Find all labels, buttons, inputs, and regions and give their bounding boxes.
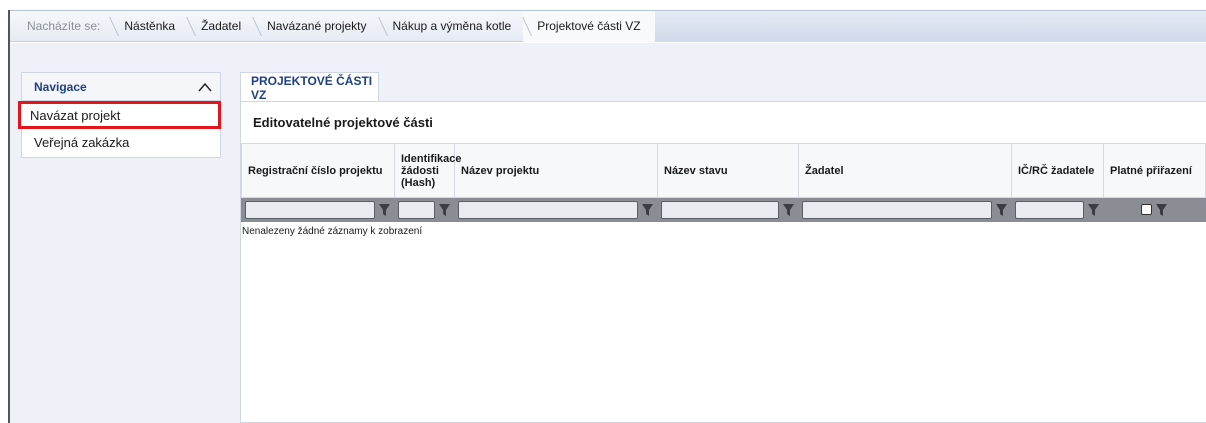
filter-funnel-icon[interactable] (782, 203, 795, 217)
breadcrumb-item-nastenka[interactable]: Nástěnka (110, 11, 187, 42)
nav-item-verejna-zakazka[interactable]: Veřejná zakázka (22, 129, 220, 155)
breadcrumb: Nacházíte se: Nástěnka Žadatel Navázané … (10, 10, 1206, 42)
breadcrumb-item-projektove-casti-vz[interactable]: Projektové části VZ (523, 10, 655, 42)
filter-row (241, 197, 1206, 222)
section-title: Editovatelné projektové části (253, 115, 433, 130)
column-header-registracni-cislo[interactable]: Registrační číslo projektu (241, 143, 395, 198)
filter-funnel-icon[interactable] (378, 203, 391, 217)
filter-input[interactable] (802, 200, 992, 219)
filter-funnel-icon[interactable] (1155, 203, 1168, 217)
navigation-title: Navigace (34, 79, 87, 94)
navigation-panel: Navigace Navázat projekt Veřejná zakázka (18, 72, 221, 158)
filter-funnel-icon[interactable] (1087, 203, 1100, 217)
empty-table-message: Nenalezeny žádné záznamy k zobrazení (242, 226, 423, 237)
nav-item-navazat-projekt[interactable]: Navázat projekt (18, 101, 221, 129)
main-panel: Editovatelné projektové části Registračn… (240, 101, 1206, 423)
breadcrumb-item-navazane-projekty[interactable]: Navázané projekty (253, 11, 378, 42)
column-header-ic-rc-zadatele[interactable]: IČ/RČ žadatele (1011, 143, 1104, 198)
column-header-nazev-stavu[interactable]: Název stavu (657, 143, 799, 198)
projects-table: Registrační číslo projektu Identifikace … (241, 143, 1206, 222)
navigation-header[interactable]: Navigace (22, 73, 220, 101)
column-header-zadatel[interactable]: Žadatel (798, 143, 1012, 198)
filter-input[interactable] (245, 200, 375, 219)
chevron-up-icon[interactable] (198, 82, 212, 92)
breadcrumb-item-zadatel[interactable]: Žadatel (187, 11, 253, 42)
filter-funnel-icon[interactable] (641, 203, 654, 217)
filter-funnel-icon[interactable] (438, 203, 451, 217)
breadcrumb-prefix: Nacházíte se: (27, 19, 101, 33)
table-header-row: Registrační číslo projektu Identifikace … (241, 143, 1206, 198)
filter-input[interactable] (1015, 200, 1084, 219)
filter-input[interactable] (661, 200, 779, 219)
tab-projektove-casti-vz[interactable]: PROJEKTOVÉ ČÁSTI VZ (240, 72, 379, 102)
filter-input[interactable] (458, 200, 638, 219)
nav-item-label: Veřejná zakázka (34, 134, 130, 150)
filter-funnel-icon[interactable] (995, 203, 1008, 217)
breadcrumb-item-nakup-a-vymena-kotle[interactable]: Nákup a výměna kotle (379, 11, 524, 42)
column-header-platne-prirazeni[interactable]: Platné přiřazení (1103, 143, 1206, 198)
column-header-identifikace-zadosti[interactable]: Identifikace žádosti (Hash) (394, 143, 462, 198)
column-header-nazev-projektu[interactable]: Název projektu (454, 143, 658, 198)
nav-item-label: Navázat projekt (30, 107, 121, 123)
filter-checkbox[interactable] (1141, 204, 1152, 215)
filter-input[interactable] (398, 200, 435, 219)
breadcrumb-fill (654, 10, 1206, 42)
